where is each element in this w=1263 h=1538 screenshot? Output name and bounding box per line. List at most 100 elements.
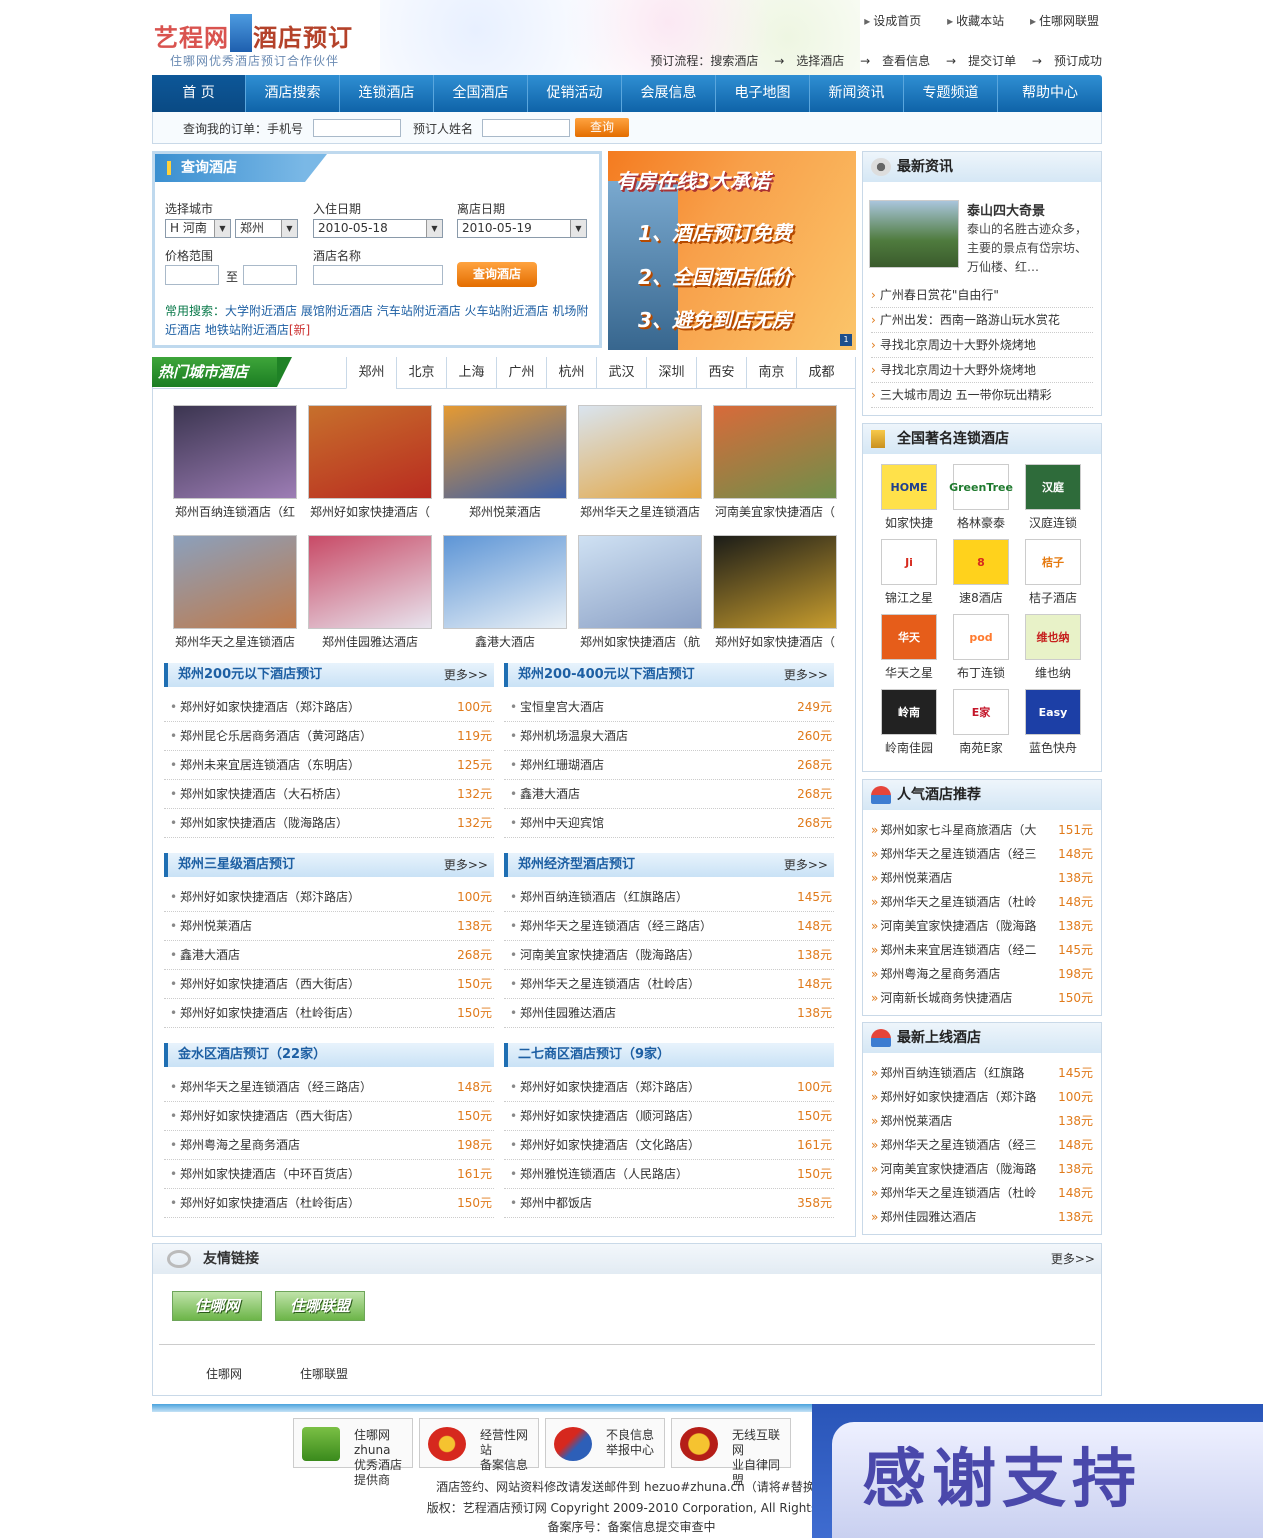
brand-item[interactable]: 华天 华天之星 bbox=[879, 614, 939, 681]
nav-news[interactable]: 新闻资讯 bbox=[810, 75, 904, 112]
checkout-date-field[interactable]: 2010-05-19 bbox=[457, 219, 587, 238]
text-link[interactable]: 住哪联盟 bbox=[300, 1365, 348, 1382]
list-item[interactable]: 郑州佳园雅达酒店 138元 bbox=[504, 999, 834, 1028]
brand-name[interactable]: 速8酒店 bbox=[951, 589, 1011, 606]
hotel-name[interactable]: 郑州昆仑乐居商务酒店（黄河路店） bbox=[180, 729, 372, 743]
brand-name[interactable]: 华天之星 bbox=[879, 664, 939, 681]
list-item[interactable]: 郑州机场温泉大酒店 260元 bbox=[504, 722, 834, 751]
hotel-name[interactable]: 宝恒皇宫大酒店 bbox=[520, 700, 604, 714]
hotel-name[interactable]: 郑州好如家快捷酒店（文化路店） bbox=[520, 1138, 700, 1152]
hotel-name[interactable]: 郑州中都饭店 bbox=[520, 1196, 592, 1210]
brand-logo[interactable]: pod bbox=[953, 614, 1009, 660]
tab-xian[interactable]: 西安 bbox=[696, 357, 746, 389]
brand-logo[interactable]: Easy bbox=[1025, 689, 1081, 735]
hotel-name[interactable]: 郑州华天之星连锁酒店（经三路店） bbox=[520, 919, 712, 933]
common-link[interactable]: 火车站附近酒店 bbox=[465, 304, 549, 318]
brand-logo[interactable]: 8 bbox=[953, 539, 1009, 585]
order-query-button[interactable]: 查询 bbox=[575, 118, 629, 137]
brand-logo[interactable]: HOME bbox=[881, 464, 937, 510]
list-item[interactable]: 郑州如家快捷酒店（陇海路店） 132元 bbox=[164, 809, 494, 838]
list-more-link[interactable]: 更多>> bbox=[784, 853, 828, 877]
list-title[interactable]: 二七商区酒店预订（9家） bbox=[518, 1047, 670, 1062]
list-item[interactable]: 郑州中天迎宾馆 268元 bbox=[504, 809, 834, 838]
latest-item[interactable]: 郑州百纳连锁酒店（红旗路 145元 bbox=[871, 1061, 1093, 1085]
brand-logo[interactable]: 汉庭 bbox=[1025, 464, 1081, 510]
hotel-name-input[interactable] bbox=[313, 265, 443, 285]
popular-item[interactable]: 郑州粤海之星商务酒店 198元 bbox=[871, 962, 1093, 986]
nav-help[interactable]: 帮助中心 bbox=[998, 75, 1102, 112]
brand-logo[interactable]: 桔子 bbox=[1025, 539, 1081, 585]
city-select[interactable]: 郑州 bbox=[235, 219, 298, 238]
list-more-link[interactable]: 更多>> bbox=[784, 663, 828, 687]
list-item[interactable]: 郑州好如家快捷酒店（西大街店） 150元 bbox=[164, 970, 494, 999]
hotel-name[interactable]: 郑州如家快捷酒店（陇海路店） bbox=[180, 816, 348, 830]
banner-page-indicator[interactable]: 1 bbox=[840, 334, 852, 346]
tab-zhengzhou[interactable]: 郑州 bbox=[346, 357, 396, 389]
hotel-name[interactable]: 郑州雅悦连锁酒店（人民路店） bbox=[520, 1167, 688, 1181]
brand-name[interactable]: 格林豪泰 bbox=[951, 514, 1011, 531]
list-item[interactable]: 河南美宜家快捷酒店（陇海路店） 138元 bbox=[504, 941, 834, 970]
hotel-name[interactable]: 郑州华天之星连锁酒店（经三 bbox=[880, 1138, 1036, 1152]
list-title[interactable]: 郑州200-400元以下酒店预订 bbox=[518, 667, 695, 682]
list-title[interactable]: 郑州经济型酒店预订 bbox=[518, 857, 635, 872]
tab-wuhan[interactable]: 武汉 bbox=[596, 357, 646, 389]
list-item[interactable]: 郑州如家快捷酒店（大石桥店） 132元 bbox=[164, 780, 494, 809]
zhuna-logo-link[interactable]: 住哪网 bbox=[172, 1291, 262, 1321]
hotel-name[interactable]: 郑州如家快捷酒店（中环百货店） bbox=[180, 1167, 360, 1181]
list-item[interactable]: 鑫港大酒店 268元 bbox=[504, 780, 834, 809]
nav-topics[interactable]: 专题频道 bbox=[904, 75, 998, 112]
popular-item[interactable]: 河南新长城商务快捷酒店 150元 bbox=[871, 986, 1093, 1010]
nav-hotel-search[interactable]: 酒店搜索 bbox=[246, 75, 340, 112]
list-item[interactable]: 鑫港大酒店 268元 bbox=[164, 941, 494, 970]
brand-logo[interactable]: Ji bbox=[881, 539, 937, 585]
list-item[interactable]: 郑州华天之星连锁酒店（杜岭店） 148元 bbox=[504, 970, 834, 999]
list-item[interactable]: 郑州未来宜居连锁酒店（东明店） 125元 bbox=[164, 751, 494, 780]
tab-chengdu[interactable]: 成都 bbox=[796, 357, 846, 389]
popular-item[interactable]: 郑州如家七斗星商旅酒店（大 151元 bbox=[871, 818, 1093, 842]
list-item[interactable]: 郑州如家快捷酒店（中环百货店） 161元 bbox=[164, 1160, 494, 1189]
text-link[interactable]: 住哪网 bbox=[206, 1365, 242, 1382]
list-item[interactable]: 郑州昆仑乐居商务酒店（黄河路店） 119元 bbox=[164, 722, 494, 751]
nav-expo-info[interactable]: 会展信息 bbox=[622, 75, 716, 112]
footer-badge[interactable]: 不良信息 举报中心 bbox=[545, 1418, 665, 1468]
list-item[interactable]: 郑州好如家快捷酒店（杜岭街店） 150元 bbox=[164, 1189, 494, 1218]
brand-name[interactable]: 维也纳 bbox=[1023, 664, 1083, 681]
list-item[interactable]: 郑州雅悦连锁酒店（人民路店） 150元 bbox=[504, 1160, 834, 1189]
news-item[interactable]: 广州出发：西南一路游山玩水赏花 bbox=[871, 308, 1093, 333]
latest-item[interactable]: 郑州华天之星连锁酒店（杜岭 148元 bbox=[871, 1181, 1093, 1205]
brand-item[interactable]: GreenTree 格林豪泰 bbox=[949, 464, 1013, 531]
brand-name[interactable]: 如家快捷 bbox=[879, 514, 939, 531]
hotel-name[interactable]: 郑州好如家快捷酒店（西大街店） bbox=[180, 977, 360, 991]
brand-item[interactable]: 汉庭 汉庭连锁 bbox=[1023, 464, 1083, 531]
hotel-name[interactable]: 鑫港大酒店 bbox=[520, 787, 580, 801]
brand-logo[interactable]: 岭南 bbox=[881, 689, 937, 735]
news-item[interactable]: 三大城市周边 五一带你玩出精彩 bbox=[871, 383, 1093, 408]
tab-shenzhen[interactable]: 深圳 bbox=[646, 357, 696, 389]
nav-chain-hotels[interactable]: 连锁酒店 bbox=[340, 75, 434, 112]
hotel-photo-caption[interactable]: 郑州佳园雅达酒店 bbox=[304, 633, 436, 650]
hotel-photo[interactable] bbox=[443, 535, 567, 629]
list-item[interactable]: 郑州好如家快捷酒店（郑汴路店） 100元 bbox=[164, 693, 494, 722]
list-item[interactable]: 郑州悦莱酒店 138元 bbox=[164, 912, 494, 941]
hotel-name[interactable]: 郑州如家快捷酒店（大石桥店） bbox=[180, 787, 348, 801]
hotel-photo-caption[interactable]: 郑州悦莱酒店 bbox=[439, 503, 571, 520]
popular-item[interactable]: 郑州未来宜居连锁酒店（经二 145元 bbox=[871, 938, 1093, 962]
brand-name[interactable]: 岭南佳园 bbox=[879, 739, 939, 756]
hotel-photo[interactable] bbox=[713, 535, 837, 629]
hotel-photo-caption[interactable]: 郑州如家快捷酒店（航 bbox=[574, 633, 706, 650]
brand-name[interactable]: 汉庭连锁 bbox=[1023, 514, 1083, 531]
friend-links-more[interactable]: 更多>> bbox=[1051, 1244, 1095, 1274]
hotel-photo[interactable] bbox=[173, 535, 297, 629]
hotel-name[interactable]: 郑州粤海之星商务酒店 bbox=[180, 1138, 300, 1152]
hotel-photo[interactable] bbox=[713, 405, 837, 499]
hotel-name[interactable]: 郑州粤海之星商务酒店 bbox=[880, 967, 1000, 981]
list-item[interactable]: 郑州粤海之星商务酒店 198元 bbox=[164, 1131, 494, 1160]
brand-name[interactable]: 锦江之星 bbox=[879, 589, 939, 606]
common-link[interactable]: 大学附近酒店 bbox=[225, 304, 297, 318]
list-item[interactable]: 郑州华天之星连锁酒店（经三路店） 148元 bbox=[504, 912, 834, 941]
nav-promotions[interactable]: 促销活动 bbox=[528, 75, 622, 112]
hotel-photo[interactable] bbox=[308, 535, 432, 629]
latest-item[interactable]: 郑州悦莱酒店 138元 bbox=[871, 1109, 1093, 1133]
hotel-name[interactable]: 郑州佳园雅达酒店 bbox=[880, 1210, 976, 1224]
common-link[interactable]: 展馆附近酒店 bbox=[301, 304, 373, 318]
